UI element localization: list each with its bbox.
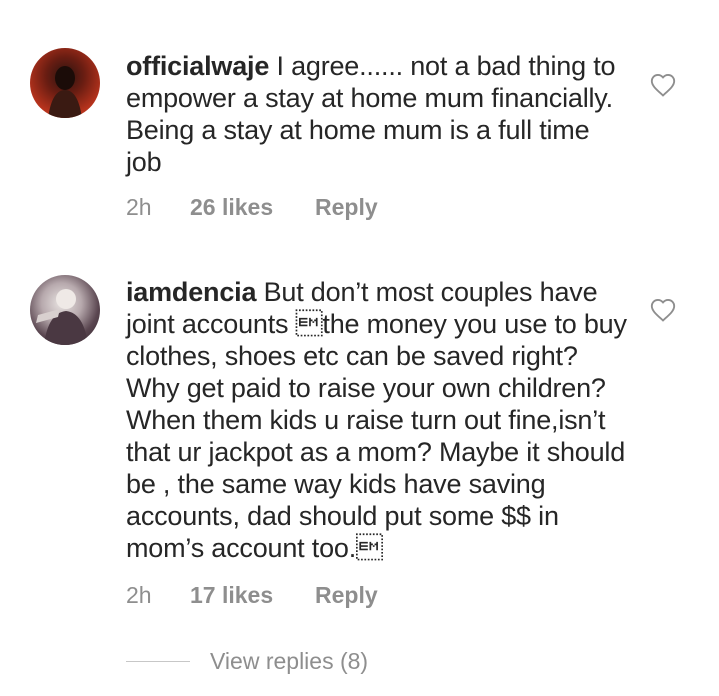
heart-outline-icon[interactable]: [649, 71, 677, 99]
divider-line: [126, 661, 190, 662]
avatar[interactable]: [30, 48, 100, 118]
avatar[interactable]: [30, 275, 100, 345]
comment-time: 2h: [126, 194, 152, 220]
comment-username[interactable]: iamdencia: [126, 277, 256, 307]
comment-likes[interactable]: 17 likes: [190, 582, 315, 609]
reply-button[interactable]: Reply: [315, 582, 378, 609]
comment-text: But don’t most couples have joint accoun…: [126, 277, 627, 563]
comment-time: 2h: [126, 582, 152, 608]
reply-button[interactable]: Reply: [315, 194, 378, 221]
heart-outline-icon[interactable]: [649, 296, 677, 324]
view-replies-label: View replies (8): [210, 648, 369, 674]
comment-likes[interactable]: 26 likes: [190, 194, 315, 221]
comment-username[interactable]: officialwaje: [126, 51, 269, 81]
comment-meta: 2h 17 likes Reply: [126, 582, 378, 609]
comment-body: officialwaje I agree...... not a bad thi…: [126, 50, 631, 178]
comment-meta: 2h 26 likes Reply: [126, 194, 378, 221]
view-replies-button[interactable]: View replies (8): [126, 648, 368, 675]
comment-body: iamdencia But don’t most couples have jo…: [126, 276, 631, 564]
